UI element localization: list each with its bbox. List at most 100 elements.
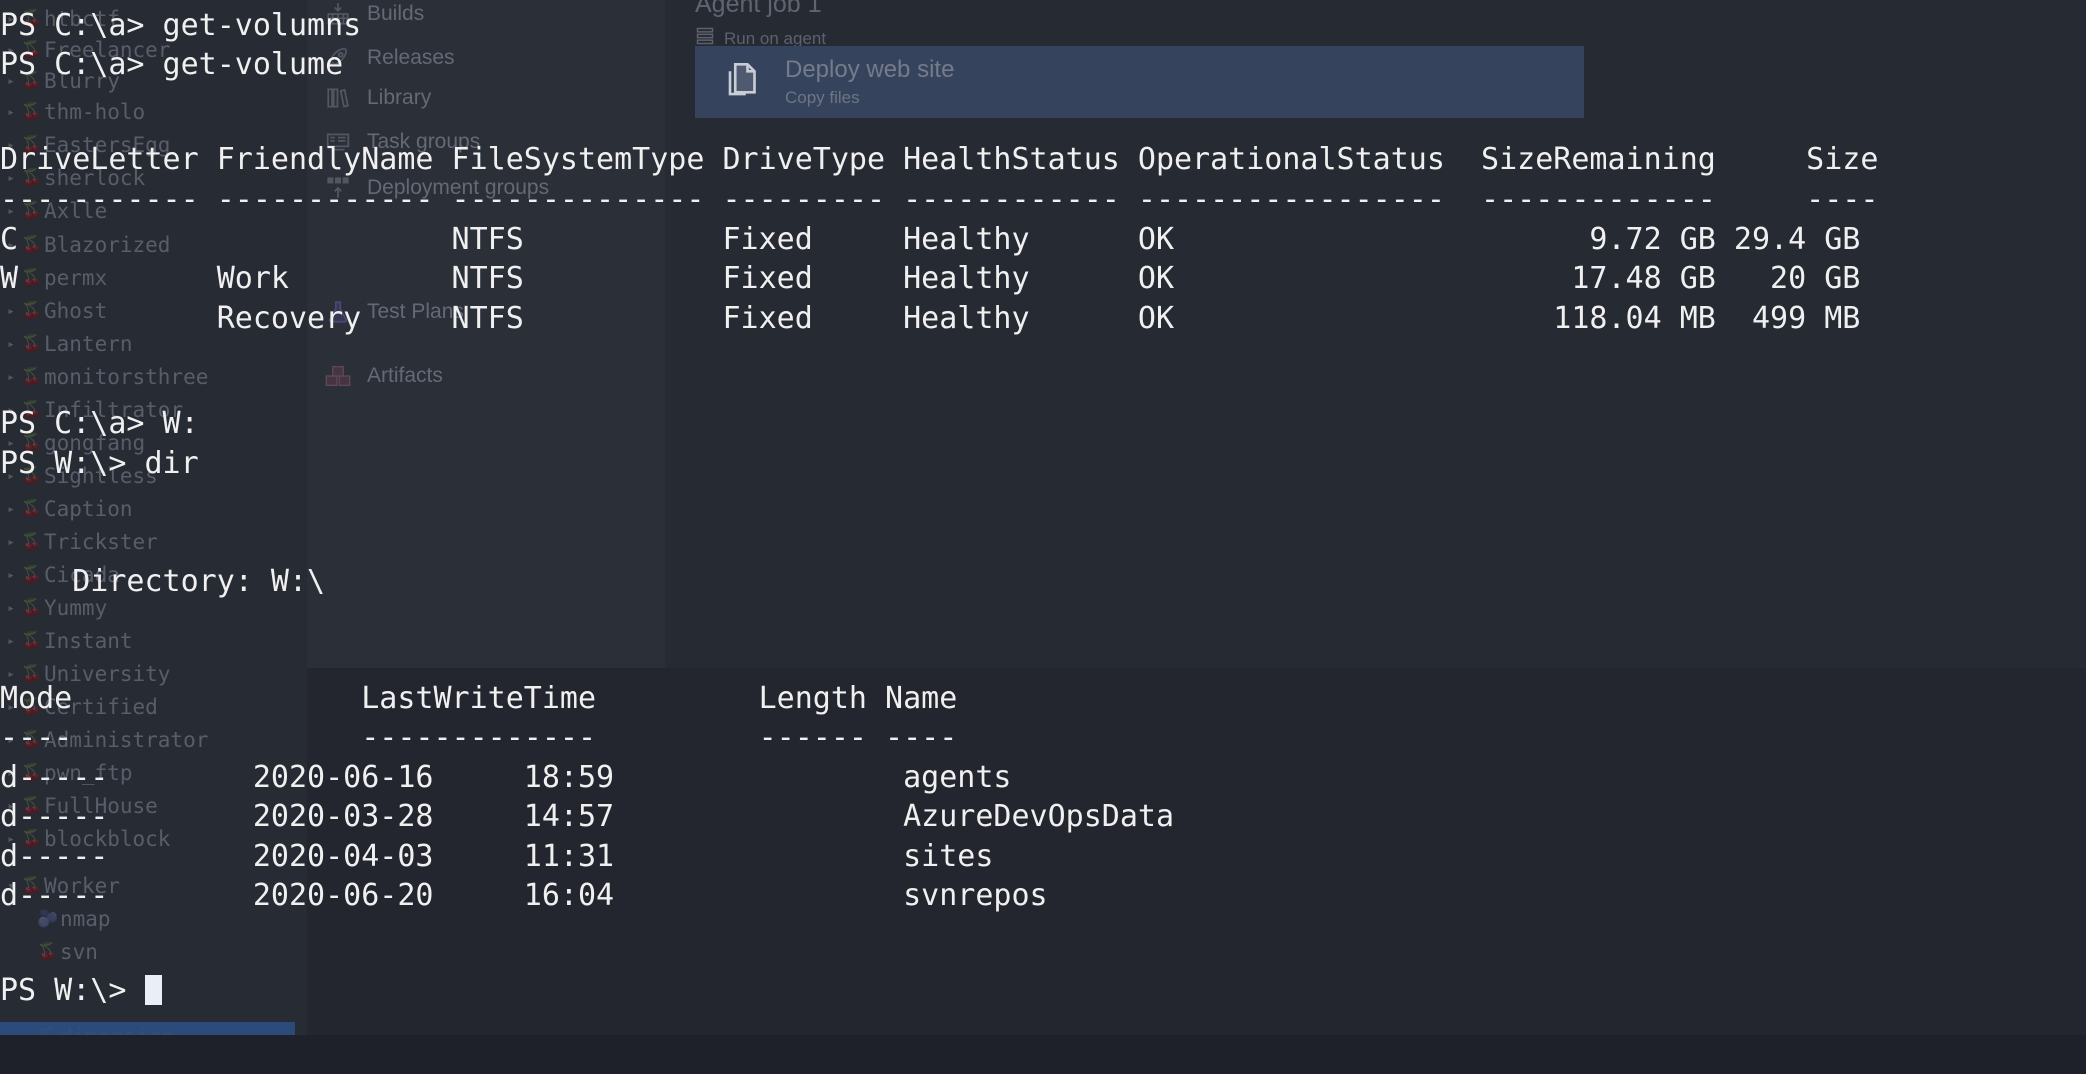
pipeline-task-subtitle: Copy files bbox=[785, 87, 860, 107]
chevron-right-icon[interactable]: ▾ bbox=[2, 879, 20, 894]
cherry-icon: 🍒 bbox=[21, 664, 43, 685]
sidebar-item-label: sherlock bbox=[44, 166, 146, 191]
sidebar-item-pwn-ftp[interactable]: ▸ 🍒 pwn_ftp bbox=[0, 756, 307, 791]
chevron-right-icon[interactable]: ▸ bbox=[2, 733, 20, 748]
sidebar-item-svn[interactable]: ▸🍒svn bbox=[0, 935, 343, 970]
sidebar-item-thm-holo[interactable]: ▸ 🍒 thm-holo bbox=[0, 95, 307, 130]
chevron-right-icon[interactable]: ▸ bbox=[2, 204, 20, 219]
copy-files-icon bbox=[723, 59, 765, 106]
sidebar-item-worker[interactable]: ▾ 🍒 Worker bbox=[0, 869, 307, 904]
sidebar-item-monitorsthree[interactable]: ▸ 🍒 monitorsthree bbox=[0, 360, 307, 395]
nav-item-test-plans[interactable]: Test Plans bbox=[307, 290, 665, 334]
chevron-right-icon[interactable]: ▸ bbox=[2, 403, 20, 418]
cherry-icon: 🍒 bbox=[21, 598, 43, 619]
nav-item-task-groups[interactable]: Task groups bbox=[307, 120, 665, 164]
sidebar-item-blockblock[interactable]: ▸ 🍒 blockblock bbox=[0, 822, 307, 857]
sidebar-item-fullhouse[interactable]: ▸ 🍒 FullHouse bbox=[0, 789, 307, 824]
cherry-icon: 🍒 bbox=[21, 433, 43, 454]
sidebar-item-ghost[interactable]: ▸ 🍒 Ghost bbox=[0, 294, 307, 329]
sidebar-item-label: Axlle bbox=[44, 199, 108, 224]
sidebar-item-certified[interactable]: ▸ 🍒 Certified bbox=[0, 690, 307, 725]
nav-item-library[interactable]: Library bbox=[307, 76, 665, 120]
sidebar-item-label: Yummy bbox=[44, 596, 108, 621]
sidebar-item-gongfang[interactable]: ▸ 🍒 gongfang bbox=[0, 426, 307, 461]
chevron-right-icon[interactable]: ▸ bbox=[2, 799, 20, 814]
sidebar-item-label: Administrator bbox=[44, 728, 209, 753]
chevron-right-icon[interactable]: ▸ bbox=[2, 667, 20, 682]
project-sidebar[interactable]: ▸ 🍒 htbctf ▸ 🍒 Freelancer ▸ 🍒 Blurry ▸ 🍒 thm-holo ▸ 🍒… bbox=[0, 0, 307, 1049]
pipeline-task-deploy-web-site[interactable]: Deploy web site Copy files bbox=[695, 46, 1591, 118]
chevron-right-icon[interactable]: ▸ bbox=[2, 138, 20, 153]
chevron-right-icon[interactable]: ▸ bbox=[2, 337, 20, 352]
sidebar-item-label: University bbox=[44, 662, 171, 687]
cherry-icon: 🍒 bbox=[21, 334, 43, 355]
builds-icon bbox=[323, 0, 353, 29]
sidebar-item-instant[interactable]: ▸ 🍒 Instant bbox=[0, 624, 307, 659]
tmux-window-list[interactable]: 1:sudo 2:zsh 3:python3- 4:nc* bbox=[1444, 1035, 2080, 1074]
chevron-right-icon[interactable]: ▸ bbox=[2, 105, 20, 120]
chevron-right-icon[interactable]: ▸ bbox=[2, 304, 20, 319]
chevron-right-icon[interactable]: ▸ bbox=[2, 700, 20, 715]
sidebar-item-label: htbctf bbox=[44, 7, 120, 32]
nav-item-deployment-groups[interactable]: Deployment groups bbox=[307, 166, 665, 210]
sidebar-item-blurry[interactable]: ▸ 🍒 Blurry bbox=[0, 64, 307, 99]
tmux-session-info: Session: 2 4 1 bbox=[0, 1035, 325, 1074]
chevron-right-icon[interactable]: ▸ bbox=[2, 12, 20, 27]
chevron-right-icon[interactable]: ▸ bbox=[2, 43, 20, 58]
sidebar-item-label: Infiltrator bbox=[44, 398, 184, 423]
sidebar-item-yummy[interactable]: ▸ 🍒 Yummy bbox=[0, 591, 307, 626]
chevron-right-icon[interactable]: ▸ bbox=[2, 469, 20, 484]
nav-item-releases[interactable]: Releases bbox=[307, 36, 665, 80]
sidebar-item-label: Worker bbox=[44, 874, 120, 899]
agent-job-header[interactable]: Agent job 1 Run on agent bbox=[695, 0, 1295, 51]
nav-item-label: Task groups bbox=[367, 130, 481, 153]
sidebar-item-university[interactable]: ▸ 🍒 University bbox=[0, 657, 307, 692]
sidebar-item-htbctf[interactable]: ▸ 🍒 htbctf bbox=[0, 2, 307, 37]
chevron-right-icon[interactable]: ▸ bbox=[2, 601, 20, 616]
chevron-right-icon[interactable]: ▸ bbox=[2, 766, 20, 781]
sidebar-item-permx[interactable]: ▸ 🍒 permx bbox=[0, 261, 307, 296]
chevron-right-icon[interactable]: ▸ bbox=[2, 74, 20, 89]
chevron-right-icon[interactable]: ▸ bbox=[2, 832, 20, 847]
sidebar-item-caption[interactable]: ▸ 🍒 Caption bbox=[0, 492, 307, 527]
nav-item-builds[interactable]: Builds bbox=[307, 0, 665, 36]
sidebar-item-axlle[interactable]: ▸ 🍒 Axlle bbox=[0, 194, 307, 229]
tmux-status-bar[interactable]: Session: 2 4 1 1:sudo 2:zsh 3:python3- 4… bbox=[0, 1035, 2086, 1074]
sidebar-item-sightless[interactable]: ▸ 🍒 Sightless bbox=[0, 459, 307, 494]
sidebar-item-administrator[interactable]: ▸ 🍒 Administrator bbox=[0, 723, 307, 758]
chevron-right-icon[interactable]: ▸ bbox=[2, 502, 20, 517]
cherry-icon: 🍒 bbox=[21, 71, 43, 92]
sidebar-item-label: permx bbox=[44, 266, 108, 291]
azure-devops-nav[interactable]: Builds Releases Library Task groups Depl… bbox=[307, 0, 666, 668]
chevron-right-icon[interactable]: ▸ bbox=[2, 568, 20, 583]
sidebar-item-freelancer[interactable]: ▸ 🍒 Freelancer bbox=[0, 33, 307, 68]
cherry-icon: 🍒 bbox=[21, 631, 43, 652]
sidebar-item-trickster[interactable]: ▸ 🍒 Trickster bbox=[0, 525, 307, 560]
pipeline-task-column: Agent job 1 Run on agent Deploy web site… bbox=[665, 0, 1591, 668]
sidebar-item-lantern[interactable]: ▸ 🍒 Lantern bbox=[0, 327, 307, 362]
chevron-right-icon[interactable]: ▸ bbox=[2, 436, 20, 451]
sidebar-item-label: svn bbox=[60, 940, 98, 965]
cherry-icon: 🍒 bbox=[21, 829, 43, 850]
sidebar-item-nmap[interactable]: ▸🫐nmap bbox=[0, 902, 343, 937]
chevron-right-icon[interactable]: ▸ bbox=[2, 271, 20, 286]
cherry-icon: 🍒 bbox=[21, 532, 43, 553]
sidebar-item-infiltrator[interactable]: ▸ 🍒 Infiltrator bbox=[0, 393, 307, 428]
chevron-right-icon[interactable]: ▸ bbox=[2, 634, 20, 649]
sidebar-item-sherlock[interactable]: ▸ 🍒 sherlock bbox=[0, 161, 307, 196]
nav-item-artifacts[interactable]: Artifacts bbox=[307, 354, 665, 398]
sidebar-item-label: Ghost bbox=[44, 299, 108, 324]
chevron-right-icon[interactable]: ▸ bbox=[2, 171, 20, 186]
chevron-right-icon[interactable]: ▸ bbox=[2, 238, 20, 253]
chevron-right-icon[interactable]: ▸ bbox=[2, 535, 20, 550]
sidebar-item-eastersegg[interactable]: ▸ 🍒 EastersEgg bbox=[0, 128, 307, 163]
sidebar-item-blazorized[interactable]: ▸ 🍒 Blazorized bbox=[0, 228, 307, 263]
blueberry-icon: 🫐 bbox=[37, 909, 59, 930]
cherry-icon: 🍒 bbox=[21, 367, 43, 388]
sidebar-item-cicada[interactable]: ▸ 🍒 Cicada bbox=[0, 558, 307, 593]
chevron-right-icon[interactable]: ▸ bbox=[2, 370, 20, 385]
agent-job-title: Agent job 1 bbox=[695, 0, 822, 18]
cherry-icon: 🍒 bbox=[21, 168, 43, 189]
app-background: ▸ 🍒 htbctf ▸ 🍒 Freelancer ▸ 🍒 Blurry ▸ 🍒 thm-holo ▸ 🍒… bbox=[0, 0, 2086, 1074]
sidebar-item-label: thm-holo bbox=[44, 100, 146, 125]
